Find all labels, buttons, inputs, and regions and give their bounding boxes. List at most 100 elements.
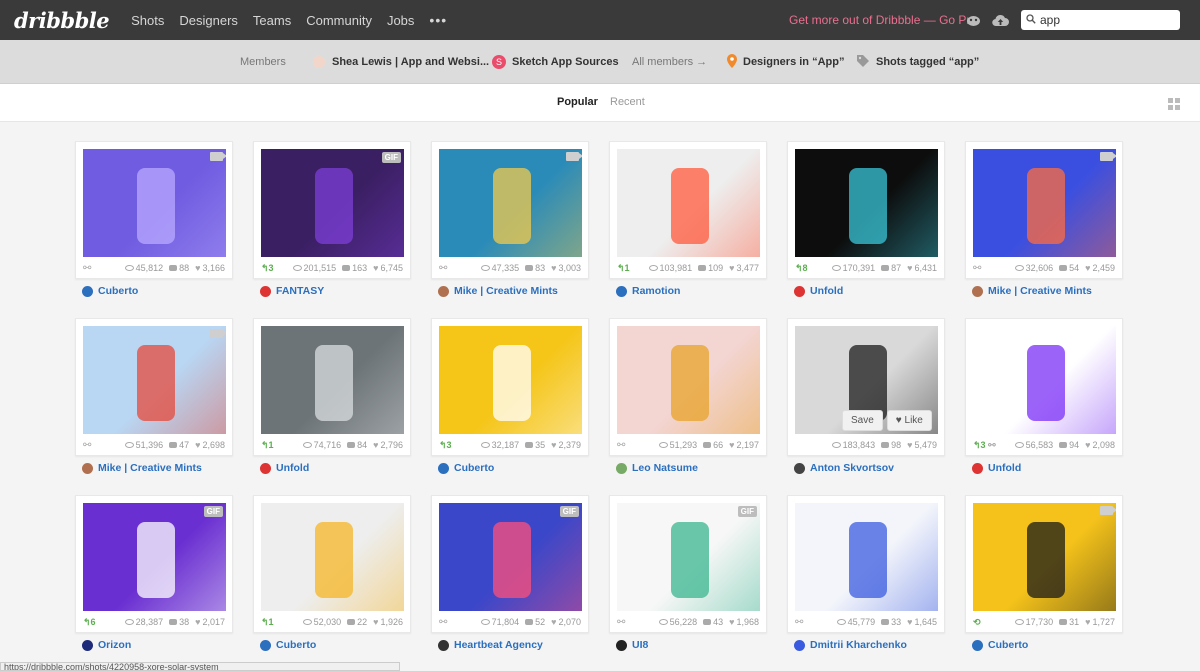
tab-popular[interactable]: Popular [557, 96, 598, 108]
shot-card[interactable]: ⚯ 45,779 33 ♥ 1,645 [787, 495, 945, 633]
shot-thumbnail[interactable]: GIF [617, 503, 760, 611]
link-icon[interactable]: ⚯ [617, 440, 625, 451]
shot-author[interactable]: FANTASY [253, 279, 411, 303]
shot-author[interactable]: Mike | Creative Mints [431, 279, 589, 303]
shot-card[interactable]: ⚯ 51,293 66 ♥ 2,197 [609, 318, 767, 456]
shot-card[interactable]: ↰1 103,981 109 ♥ 3,477 [609, 141, 767, 279]
likes-count[interactable]: ♥ 6,431 [907, 263, 937, 273]
likes-count[interactable]: ♥ 2,796 [373, 440, 403, 450]
link-icon[interactable]: ⚯ [617, 617, 625, 628]
shot-author[interactable]: UI8 [609, 633, 767, 657]
shot-thumbnail[interactable] [261, 503, 404, 611]
shot-thumbnail[interactable] [617, 149, 760, 257]
designers-in-app[interactable]: Designers in “App” [727, 40, 844, 84]
shot-card[interactable]: Save ♥ Like 183,843 98 ♥ 5,479 [787, 318, 945, 456]
rebound-count[interactable]: ↰3 ⚯ [973, 440, 996, 451]
search-input[interactable] [1040, 13, 1168, 27]
rebound-icon[interactable]: ⟲ [973, 617, 981, 628]
likes-count[interactable]: ♥ 1,727 [1085, 617, 1115, 627]
shot-author[interactable]: Mike | Creative Mints [75, 456, 233, 480]
shot-author[interactable]: Anton Skvortsov [787, 456, 945, 480]
likes-count[interactable]: ♥ 2,070 [551, 617, 581, 627]
link-icon[interactable]: ⚯ [795, 617, 803, 628]
likes-count[interactable]: ♥ 2,017 [195, 617, 225, 627]
notifications-icon[interactable] [964, 11, 982, 29]
shot-author[interactable]: Cuberto [965, 633, 1123, 657]
shot-author[interactable]: Mike | Creative Mints [965, 279, 1123, 303]
shot-thumbnail[interactable] [973, 149, 1116, 257]
all-members-link[interactable]: All members → [632, 56, 707, 68]
shot-card[interactable]: ↰3 ⚯ 56,583 94 ♥ 2,098 [965, 318, 1123, 456]
shot-thumbnail[interactable] [795, 149, 938, 257]
shot-thumbnail[interactable]: GIF [261, 149, 404, 257]
link-icon[interactable]: ⚯ [83, 440, 91, 451]
shot-card[interactable]: GIF ↰3 201,515 163 ♥ 6,745 [253, 141, 411, 279]
go-pro-link[interactable]: Get more out of Dribbble — Go Pro [789, 13, 977, 27]
shots-tagged-app[interactable]: Shots tagged “app” [856, 40, 979, 84]
nav-designers[interactable]: Designers [179, 13, 238, 28]
shot-card[interactable]: ↰8 170,391 87 ♥ 6,431 [787, 141, 945, 279]
rebound-count[interactable]: ↰8 [795, 263, 808, 274]
likes-count[interactable]: ♥ 2,698 [195, 440, 225, 450]
shot-thumbnail[interactable] [439, 149, 582, 257]
rebound-count[interactable]: ↰6 [83, 617, 96, 628]
likes-count[interactable]: ♥ 1,645 [907, 617, 937, 627]
shot-card[interactable]: ⚯ 45,812 88 ♥ 3,166 [75, 141, 233, 279]
shot-author[interactable]: Unfold [253, 456, 411, 480]
shot-thumbnail[interactable] [795, 503, 938, 611]
grid-view-icon[interactable] [1168, 98, 1180, 110]
shot-card[interactable]: ⚯ 32,606 54 ♥ 2,459 [965, 141, 1123, 279]
shot-author[interactable]: Cuberto [431, 456, 589, 480]
save-button[interactable]: Save [842, 410, 883, 431]
shot-author[interactable]: Unfold [787, 279, 945, 303]
rebound-count[interactable]: ↰1 [261, 440, 274, 451]
shot-thumbnail[interactable] [973, 503, 1116, 611]
nav-jobs[interactable]: Jobs [387, 13, 414, 28]
tab-recent[interactable]: Recent [610, 96, 645, 108]
likes-count[interactable]: ♥ 2,197 [729, 440, 759, 450]
shot-author[interactable]: Cuberto [75, 279, 233, 303]
link-icon[interactable]: ⚯ [439, 263, 447, 274]
shot-thumbnail[interactable] [261, 326, 404, 434]
likes-count[interactable]: ♥ 2,459 [1085, 263, 1115, 273]
link-icon[interactable]: ⚯ [83, 263, 91, 274]
shot-author[interactable]: Leo Natsume [609, 456, 767, 480]
rebound-count[interactable]: ↰3 [261, 263, 274, 274]
shot-card[interactable]: ↰1 74,716 84 ♥ 2,796 [253, 318, 411, 456]
likes-count[interactable]: ♥ 3,003 [551, 263, 581, 273]
shot-card[interactable]: ⟲ 17,730 31 ♥ 1,727 [965, 495, 1123, 633]
member-shea-lewis[interactable]: Shea Lewis | App and Websi... [312, 40, 489, 84]
rebound-count[interactable]: ↰1 [617, 263, 630, 274]
likes-count[interactable]: ♥ 6,745 [373, 263, 403, 273]
dribbble-logo[interactable]: dribbble [14, 8, 110, 33]
shot-author[interactable]: Cuberto [253, 633, 411, 657]
link-icon[interactable]: ⚯ [439, 617, 447, 628]
shot-card[interactable]: ↰3 32,187 35 ♥ 2,379 [431, 318, 589, 456]
link-icon[interactable]: ⚯ [973, 263, 981, 274]
shot-card[interactable]: GIF ⚯ 71,804 52 ♥ 2,070 [431, 495, 589, 633]
shot-card[interactable]: GIF ↰6 28,387 38 ♥ 2,017 [75, 495, 233, 633]
rebound-count[interactable]: ↰3 [439, 440, 452, 451]
likes-count[interactable]: ♥ 3,477 [729, 263, 759, 273]
member-sketch-app-sources[interactable]: S Sketch App Sources [492, 40, 619, 84]
more-menu-icon[interactable]: ••• [429, 12, 447, 28]
upload-icon[interactable] [991, 11, 1009, 29]
likes-count[interactable]: ♥ 2,379 [551, 440, 581, 450]
shot-thumbnail[interactable]: Save ♥ Like [795, 326, 938, 434]
shot-author[interactable]: Unfold [965, 456, 1123, 480]
likes-count[interactable]: ♥ 5,479 [907, 440, 937, 450]
shot-thumbnail[interactable] [83, 149, 226, 257]
shot-author[interactable]: Dmitrii Kharchenko [787, 633, 945, 657]
shot-card[interactable]: ⚯ 47,335 83 ♥ 3,003 [431, 141, 589, 279]
likes-count[interactable]: ♥ 2,098 [1085, 440, 1115, 450]
shot-card[interactable]: ↰1 52,030 22 ♥ 1,926 [253, 495, 411, 633]
shot-thumbnail[interactable] [83, 326, 226, 434]
nav-shots[interactable]: Shots [131, 13, 164, 28]
shot-thumbnail[interactable] [973, 326, 1116, 434]
likes-count[interactable]: ♥ 1,926 [373, 617, 403, 627]
like-button[interactable]: ♥ Like [886, 410, 932, 431]
shot-author[interactable]: Orizon [75, 633, 233, 657]
shot-thumbnail[interactable]: GIF [439, 503, 582, 611]
likes-count[interactable]: ♥ 1,968 [729, 617, 759, 627]
shot-thumbnail[interactable] [439, 326, 582, 434]
